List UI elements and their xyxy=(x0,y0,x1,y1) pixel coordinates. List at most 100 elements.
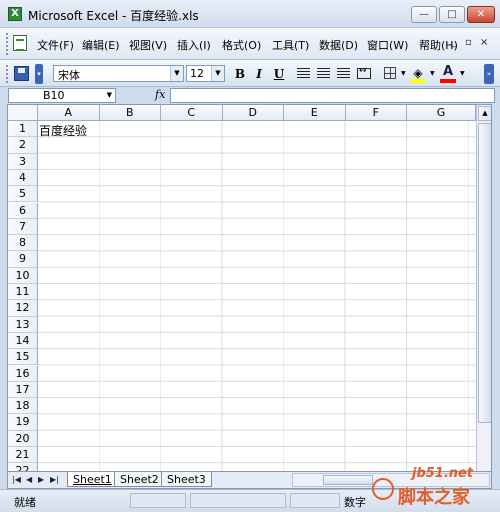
row-header-17[interactable]: 17 xyxy=(8,381,38,399)
document-window-controls: _ ▫ × xyxy=(436,38,496,50)
doc-close-button[interactable]: × xyxy=(480,38,488,48)
menu-format[interactable]: 格式(O) xyxy=(222,37,261,53)
doc-restore-button[interactable]: ▫ xyxy=(465,38,472,48)
row-header-16[interactable]: 16 xyxy=(8,365,38,382)
row-header-6[interactable]: 6 xyxy=(8,202,38,219)
scroll-up-icon[interactable]: ▲ xyxy=(478,106,491,121)
borders-icon[interactable] xyxy=(384,67,396,79)
watermark-name: 脚本之家 xyxy=(398,487,470,508)
column-header-c[interactable]: C xyxy=(161,105,223,121)
row-header-1[interactable]: 1 xyxy=(8,121,38,138)
bold-button[interactable]: B xyxy=(232,66,248,82)
formatting-toolbar: ▾ 宋体 ▼ 12 ▼ B I U ▼ ◈ ▼ A ▼ » xyxy=(0,60,500,87)
minimize-button[interactable]: — xyxy=(411,6,437,23)
align-right-icon[interactable] xyxy=(337,68,350,79)
toolbar-options-button[interactable]: ▾ xyxy=(35,64,43,84)
chevron-down-icon[interactable]: ▼ xyxy=(211,66,224,81)
menu-window[interactable]: 窗口(W) xyxy=(367,37,408,53)
save-icon[interactable] xyxy=(14,66,29,81)
tab-sheet2[interactable]: Sheet2 xyxy=(114,472,165,487)
row-header-2[interactable]: 2 xyxy=(8,137,38,154)
next-sheet-icon[interactable]: ▶ xyxy=(38,475,44,484)
tab-sheet1[interactable]: Sheet1 xyxy=(67,472,118,487)
menu-file[interactable]: 文件(F) xyxy=(37,37,74,53)
merge-center-icon[interactable] xyxy=(357,66,371,79)
last-sheet-icon[interactable]: ▶| xyxy=(50,475,59,484)
chevron-down-icon[interactable]: ▼ xyxy=(107,91,112,99)
column-header-f[interactable]: F xyxy=(345,105,407,121)
chevron-down-icon[interactable]: ▼ xyxy=(170,66,183,81)
row-header-8[interactable]: 8 xyxy=(8,235,38,252)
prev-sheet-icon[interactable]: ◀ xyxy=(26,475,32,484)
row-header-14[interactable]: 14 xyxy=(8,332,38,350)
status-text: 就绪 xyxy=(14,496,36,509)
vertical-scroll-thumb[interactable] xyxy=(478,123,491,423)
font-color-button[interactable]: A xyxy=(441,64,455,79)
row-header-10[interactable]: 10 xyxy=(8,267,38,284)
italic-button[interactable]: I xyxy=(251,66,267,82)
borders-dropdown-icon[interactable]: ▼ xyxy=(401,70,406,77)
column-header-e[interactable]: E xyxy=(284,105,346,121)
row-header-7[interactable]: 7 xyxy=(8,218,38,236)
row-header-9[interactable]: 9 xyxy=(8,251,38,268)
toolbar-grip-handle[interactable] xyxy=(5,64,9,84)
column-header-a[interactable]: A xyxy=(38,105,100,121)
toolbar-more-button[interactable]: » xyxy=(484,64,494,84)
name-box[interactable]: B10 ▼ xyxy=(8,88,116,103)
menu-view[interactable]: 视图(V) xyxy=(129,37,167,53)
tab-sheet3[interactable]: Sheet3 xyxy=(161,472,212,487)
row-header-20[interactable]: 20 xyxy=(8,430,38,447)
watermark-logo-icon xyxy=(372,478,394,500)
font-color-dropdown-icon[interactable]: ▼ xyxy=(460,70,465,77)
font-name-select[interactable]: 宋体 ▼ xyxy=(53,65,184,82)
title-bar: X Microsoft Excel - 百度经验.xls — □ ✕ xyxy=(0,0,500,28)
menu-bar: 文件(F) 编辑(E) 视图(V) 插入(I) 格式(O) 工具(T) 数据(D… xyxy=(0,28,500,60)
formula-input[interactable] xyxy=(170,88,495,103)
row-header-19[interactable]: 19 xyxy=(8,414,38,431)
horizontal-scroll-thumb[interactable] xyxy=(323,475,373,485)
row-header-11[interactable]: 11 xyxy=(8,284,38,301)
underline-button[interactable]: U xyxy=(271,66,287,82)
row-header-12[interactable]: 12 xyxy=(8,300,38,317)
fill-color-dropdown-icon[interactable]: ▼ xyxy=(430,70,435,77)
excel-app-icon[interactable]: X xyxy=(8,7,22,21)
watermark-domain: jb51.net xyxy=(412,466,474,481)
fill-color-swatch xyxy=(410,79,425,83)
vertical-scrollbar[interactable]: ▲ xyxy=(476,105,491,471)
window-title: Microsoft Excel - 百度经验.xls xyxy=(28,9,199,23)
menu-tools[interactable]: 工具(T) xyxy=(272,37,309,53)
row-header-18[interactable]: 18 xyxy=(8,398,38,415)
menu-edit[interactable]: 编辑(E) xyxy=(82,37,120,53)
insert-function-icon[interactable]: fx xyxy=(155,88,165,101)
font-size-select[interactable]: 12 ▼ xyxy=(186,65,225,82)
document-icon[interactable] xyxy=(13,35,27,51)
align-left-icon[interactable] xyxy=(297,68,310,79)
font-name-value: 宋体 xyxy=(58,69,80,82)
row-header-13[interactable]: 13 xyxy=(8,316,38,333)
column-header-g[interactable]: G xyxy=(407,105,476,121)
row-header-4[interactable]: 4 xyxy=(8,169,38,187)
close-button[interactable]: ✕ xyxy=(467,6,495,23)
menu-data[interactable]: 数据(D) xyxy=(319,37,358,53)
select-all-corner[interactable] xyxy=(8,105,38,121)
row-header-5[interactable]: 5 xyxy=(8,186,38,203)
status-panel xyxy=(290,493,340,508)
maximize-button[interactable]: □ xyxy=(439,6,465,23)
worksheet[interactable]: ABCDEFG 1 2 3 4 5 6 7 8 9 10 11 12 13 14 15 16 17 18 19 20 2… xyxy=(7,104,492,472)
menu-grip-handle[interactable] xyxy=(5,32,9,56)
menu-insert[interactable]: 插入(I) xyxy=(177,37,211,53)
cell-grid[interactable] xyxy=(38,121,476,471)
column-header-d[interactable]: D xyxy=(222,105,284,121)
cell-a1[interactable]: 百度经验 xyxy=(39,122,87,139)
row-header-22[interactable]: 22 xyxy=(8,463,38,471)
column-header-b[interactable]: B xyxy=(99,105,161,121)
row-header-3[interactable]: 3 xyxy=(8,153,38,170)
site-watermark: jb51.net 脚本之家 xyxy=(368,466,500,512)
first-sheet-icon[interactable]: |◀ xyxy=(12,475,21,484)
row-header-21[interactable]: 21 xyxy=(8,447,38,464)
font-color-swatch xyxy=(440,79,456,83)
status-panel xyxy=(190,493,286,508)
row-header-15[interactable]: 15 xyxy=(8,349,38,366)
doc-minimize-button[interactable]: _ xyxy=(451,38,456,48)
align-center-icon[interactable] xyxy=(317,68,330,79)
